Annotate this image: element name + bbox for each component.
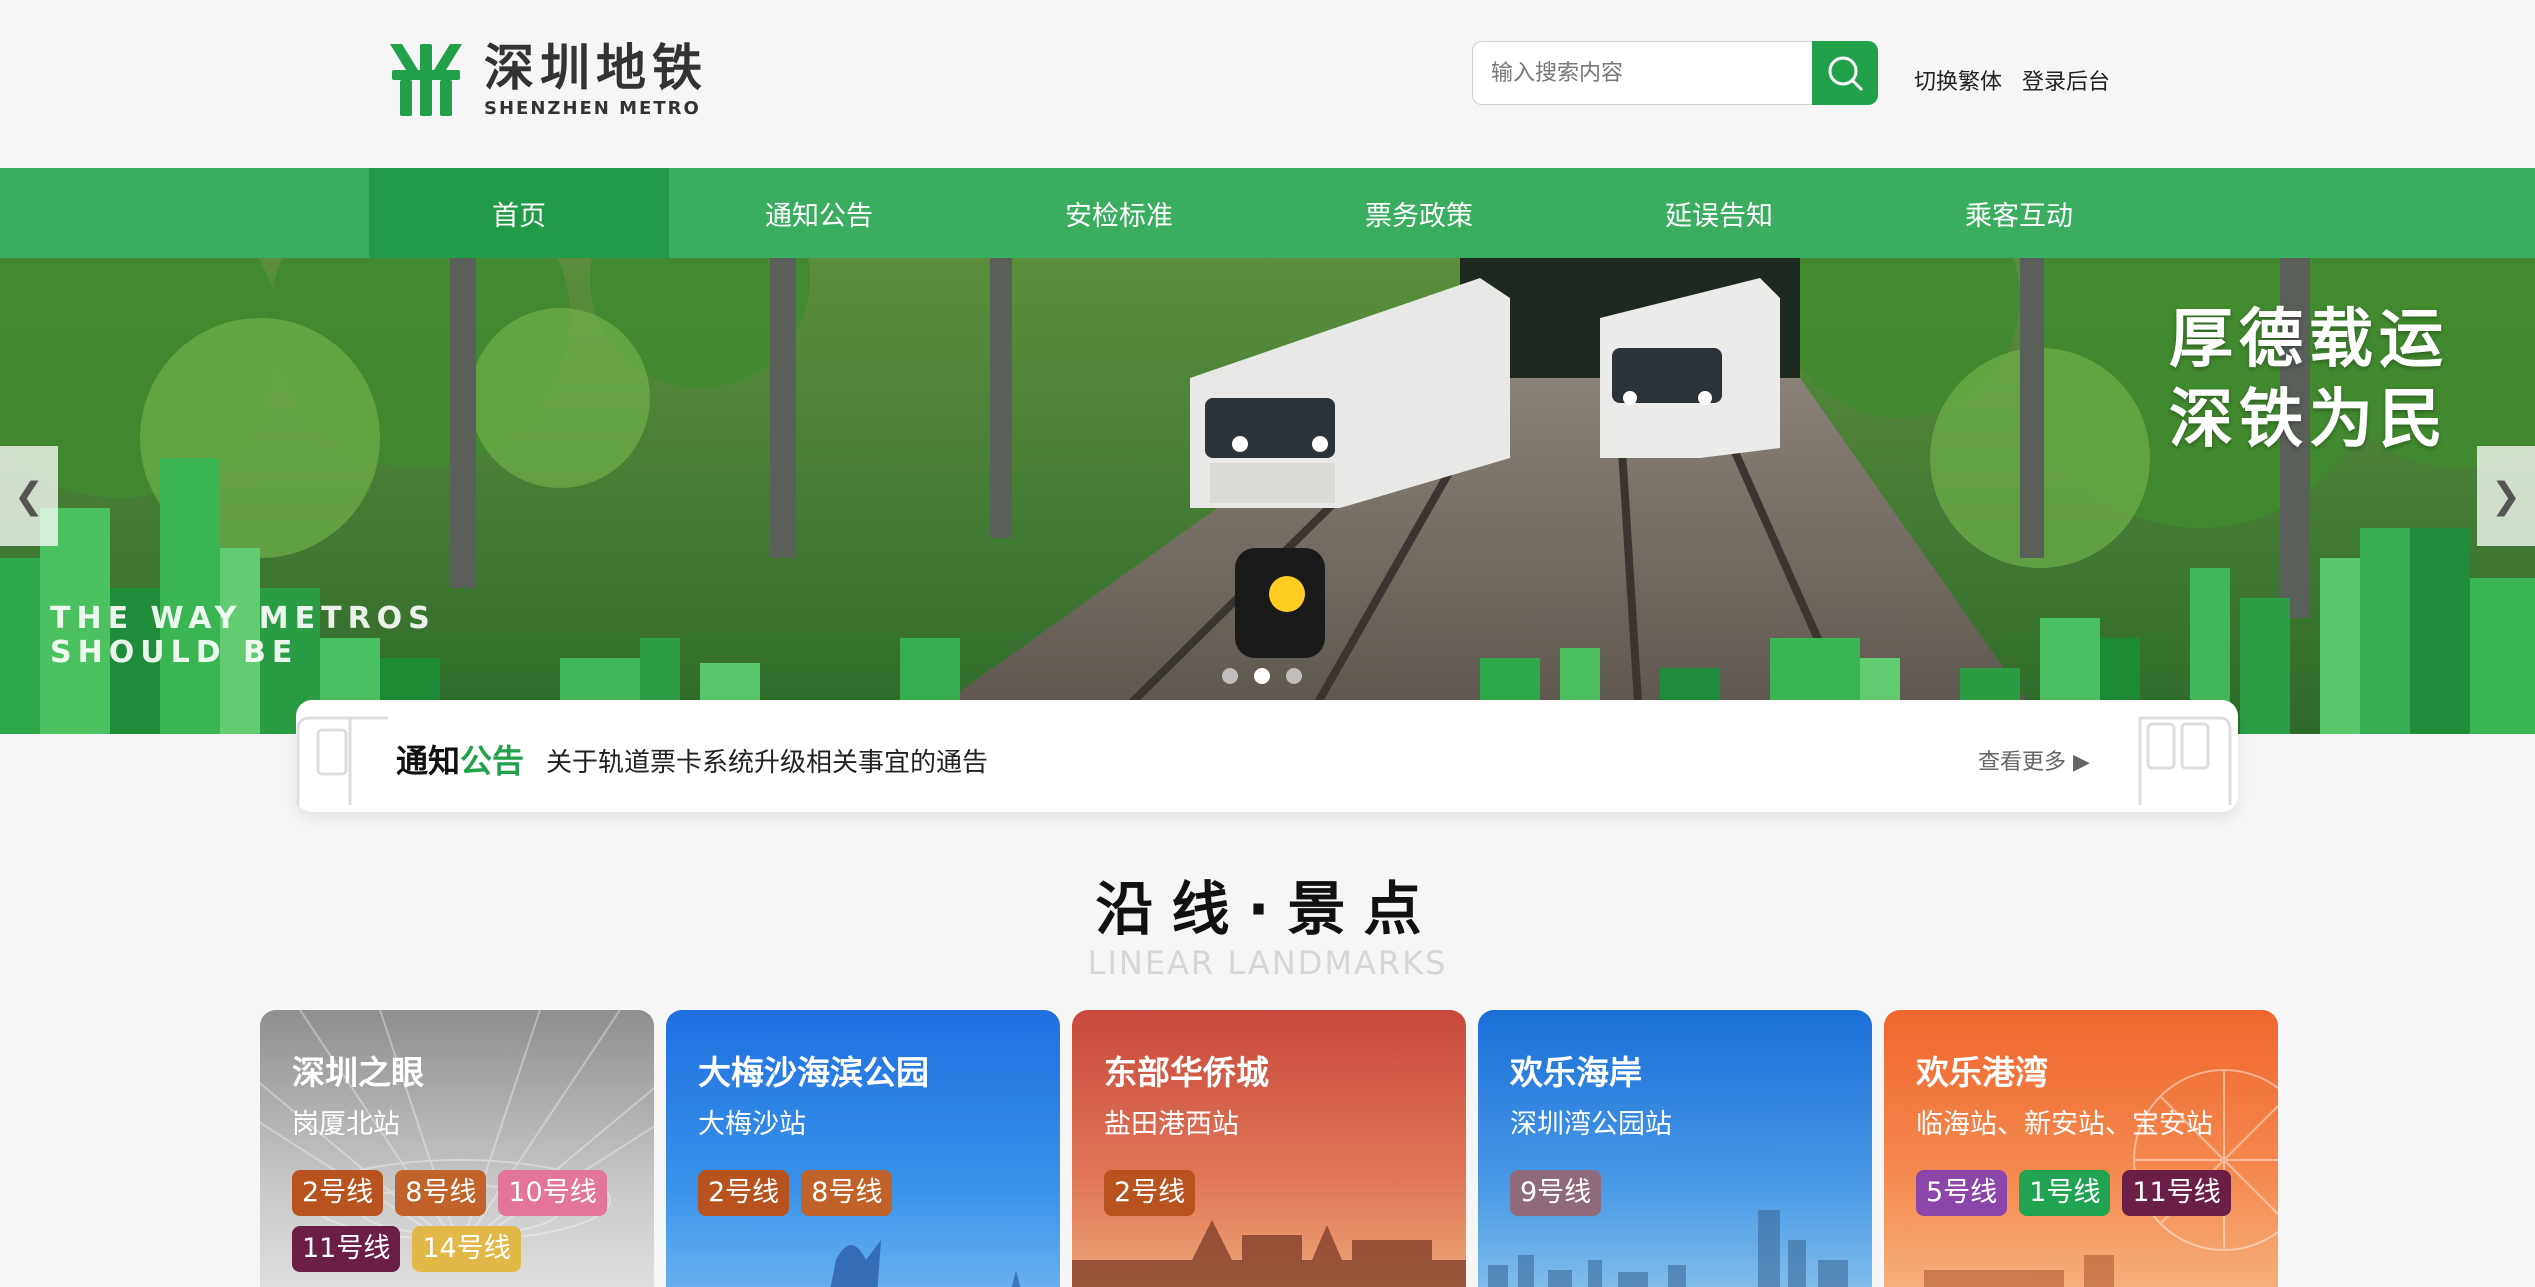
logo-chinese: 深圳地铁	[484, 39, 708, 97]
nav-item-ticketing[interactable]: 票务政策	[1269, 168, 1569, 258]
line-tag[interactable]: 2号线	[1104, 1170, 1196, 1216]
notice-title-part2: 公告	[460, 742, 525, 780]
carousel-dot[interactable]	[1286, 668, 1302, 684]
nav-item-home[interactable]: 首页	[369, 168, 669, 258]
search-icon	[1828, 56, 1863, 91]
line-tag[interactable]: 8号线	[801, 1170, 893, 1216]
carousel-dot[interactable]	[1222, 668, 1238, 684]
card-title: 深圳之眼	[292, 1053, 424, 1092]
line-tags: 2号线 8号线 10号线 11号线 14号线	[292, 1170, 632, 1272]
line-tags: 2号线	[1104, 1170, 1444, 1216]
line-tags: 2号线 8号线	[698, 1170, 1038, 1216]
landmark-card[interactable]: 大梅沙海滨公园 大梅沙站 2号线 8号线	[666, 1010, 1060, 1287]
carousel-dots	[1222, 668, 1302, 684]
card-station: 临海站、新安站、宝安站	[1916, 1109, 2213, 1140]
card-title: 欢乐港湾	[1916, 1053, 2048, 1092]
line-tag[interactable]: 14号线	[412, 1226, 521, 1272]
notice-link[interactable]: 关于轨道票卡系统升级相关事宜的通告	[546, 742, 988, 779]
slogan-line-1: 厚德载运	[2169, 303, 2449, 377]
card-title: 欢乐海岸	[1510, 1053, 1642, 1092]
line-tag[interactable]: 11号线	[2122, 1170, 2231, 1216]
login-admin-link[interactable]: 登录后台	[2022, 64, 2110, 96]
nav-item-interaction[interactable]: 乘客互动	[1869, 168, 2169, 258]
landmark-card[interactable]: 深圳之眼 岗厦北站 2号线 8号线 10号线 11号线 14号线	[260, 1010, 654, 1287]
nav-item-notices[interactable]: 通知公告	[669, 168, 969, 258]
notice-title: 通知公告	[396, 736, 524, 782]
line-tag[interactable]: 2号线	[292, 1170, 384, 1216]
search-box	[1472, 41, 1878, 105]
line-tags: 9号线	[1510, 1170, 1850, 1216]
line-tag[interactable]: 8号线	[395, 1170, 487, 1216]
card-station: 深圳湾公园站	[1510, 1109, 1672, 1140]
carousel-dot-active[interactable]	[1254, 668, 1270, 684]
line-tag[interactable]: 5号线	[1916, 1170, 2008, 1216]
door-right-icon	[2138, 716, 2232, 805]
header: 深圳地铁 SHENZHEN METRO 切换繁体 登录后台	[0, 0, 2535, 168]
switch-traditional-link[interactable]: 切换繁体	[1914, 64, 2002, 96]
nav-item-security[interactable]: 安检标准	[969, 168, 1269, 258]
main-nav: 首页 通知公告 安检标准 票务政策 延误告知 乘客互动	[0, 168, 2535, 258]
line-tag[interactable]: 11号线	[292, 1226, 401, 1272]
search-input[interactable]	[1472, 41, 1812, 105]
nav-item-delays[interactable]: 延误告知	[1569, 168, 1869, 258]
line-tag[interactable]: 2号线	[698, 1170, 790, 1216]
carousel-prev-button[interactable]: ❮	[0, 446, 58, 546]
landmark-card[interactable]: 欢乐港湾 临海站、新安站、宝安站 5号线 1号线 11号线	[1884, 1010, 2278, 1287]
search-button[interactable]	[1812, 41, 1878, 105]
banner-carousel[interactable]: ❮ ❯ 厚德载运 深铁为民 THE WAY METROS SHOULD BE	[0, 258, 2535, 734]
landmark-card[interactable]: 东部华侨城 盐田港西站 2号线	[1072, 1010, 1466, 1287]
card-station: 岗厦北站	[292, 1109, 400, 1140]
metro-logo-icon	[390, 44, 462, 116]
section-title: 沿线·景点	[1095, 875, 1440, 943]
card-station: 大梅沙站	[698, 1109, 806, 1140]
notice-title-part1: 通知	[396, 742, 461, 780]
landmark-card[interactable]: 欢乐海岸 深圳湾公园站 9号线	[1478, 1010, 1872, 1287]
notice-more-link[interactable]: 查看更多 ▶	[1978, 744, 2090, 776]
site-logo[interactable]: 深圳地铁 SHENZHEN METRO	[388, 40, 708, 120]
line-tag[interactable]: 10号线	[498, 1170, 607, 1216]
banner-english-text: THE WAY METROS SHOULD BE	[50, 602, 436, 670]
logo-english: SHENZHEN METRO	[484, 98, 701, 119]
notice-bar: 通知公告 关于轨道票卡系统升级相关事宜的通告 查看更多 ▶	[296, 700, 2238, 812]
slogan-line-2: 深铁为民	[2169, 383, 2449, 457]
carousel-next-button[interactable]: ❯	[2477, 446, 2535, 546]
section-subtitle: LINEAR LANDMARKS	[1087, 944, 1448, 982]
door-left-icon	[296, 716, 388, 805]
line-tags: 5号线 1号线 11号线	[1916, 1170, 2256, 1216]
card-title: 东部华侨城	[1104, 1053, 1269, 1092]
line-tag[interactable]: 9号线	[1510, 1170, 1602, 1216]
card-station: 盐田港西站	[1104, 1109, 1239, 1140]
card-title: 大梅沙海滨公园	[698, 1053, 929, 1092]
banner-en-line-1: THE WAY METROS	[50, 601, 436, 636]
banner-en-line-2: SHOULD BE	[50, 635, 299, 670]
banner-slogan: 厚德载运 深铁为民	[2169, 300, 2449, 460]
line-tag[interactable]: 1号线	[2019, 1170, 2111, 1216]
